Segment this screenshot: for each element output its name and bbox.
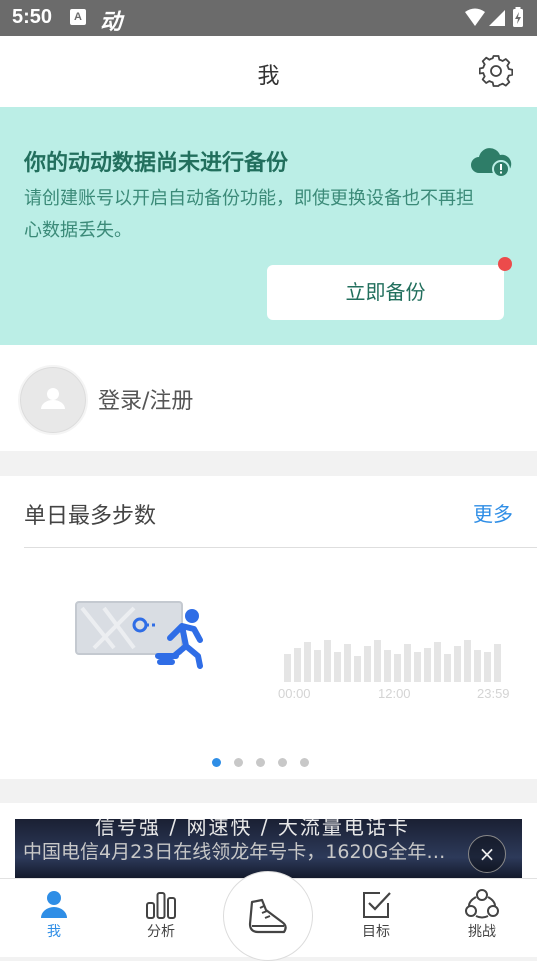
chart-tick-end: 23:59 <box>477 686 510 701</box>
page-title: 我 <box>257 64 280 89</box>
steps-sparkline-chart <box>284 640 501 682</box>
wifi-icon <box>465 8 485 26</box>
login-register-link[interactable]: 登录/注册 <box>98 383 193 415</box>
avatar[interactable] <box>18 365 88 435</box>
tab-me[interactable]: 我 <box>19 889 89 941</box>
app-notification-icon: 动 <box>100 10 123 35</box>
map-runner-illustration <box>75 601 203 669</box>
page-indicator <box>212 752 322 771</box>
cloud-alert-icon <box>471 148 512 178</box>
tab-label: 挑战 <box>468 924 496 940</box>
tab-label: 我 <box>47 924 61 940</box>
system-status-icons <box>463 7 527 33</box>
challenge-group-icon <box>465 889 499 919</box>
notification-a-icon: A <box>70 9 86 25</box>
start-run-button[interactable] <box>223 871 313 961</box>
divider <box>24 547 537 548</box>
tab-challenge[interactable]: 挑战 <box>447 889 517 941</box>
more-link[interactable]: 更多 <box>473 498 513 527</box>
target-check-icon <box>363 892 391 918</box>
chart-tick-mid: 12:00 <box>378 686 411 701</box>
page-dot-3[interactable] <box>256 758 265 767</box>
page-dot-4[interactable] <box>278 758 287 767</box>
card-title: 单日最多步数 <box>24 504 157 529</box>
ad-headline[interactable]: 中国电信4月23日在线领龙年号卡，1620G全年… <box>23 837 473 864</box>
sneaker-icon <box>248 898 287 934</box>
tab-label: 分析 <box>147 924 175 940</box>
bar-chart-icon <box>146 892 176 919</box>
signal-icon <box>489 10 505 26</box>
backup-title: 你的动动数据尚未进行备份 <box>24 151 289 176</box>
login-row[interactable]: 登录/注册 <box>0 345 537 451</box>
person-icon <box>41 891 67 918</box>
bottom-tab-bar: 我 分析 目标 挑战 <box>0 871 537 961</box>
gear-icon[interactable] <box>479 54 513 88</box>
status-time: 5:50 <box>12 6 53 28</box>
backup-now-button[interactable]: 立即备份 <box>267 265 504 320</box>
tab-analysis[interactable]: 分析 <box>126 889 196 941</box>
tab-goal[interactable]: 目标 <box>341 889 411 941</box>
backup-description: 请创建账号以开启自动备份功能，即使更换设备也不再担心数据丢失。 <box>24 188 474 241</box>
backup-banner: 你的动动数据尚未进行备份 请创建账号以开启自动备份功能，即使更换设备也不再担心数… <box>0 107 537 345</box>
page-dot-1[interactable] <box>212 758 221 767</box>
status-bar: 5:50 A 动 <box>0 0 537 36</box>
tab-label: 目标 <box>362 924 390 940</box>
ad-close-button[interactable]: × <box>468 835 506 873</box>
battery-icon <box>513 7 523 27</box>
page-dot-2[interactable] <box>234 758 243 767</box>
notification-red-dot <box>498 257 512 271</box>
max-steps-card: 单日最多步数 更多 00:00 12:00 23:59 <box>0 476 537 779</box>
top-header: 我 <box>0 36 537 107</box>
page-dot-5[interactable] <box>300 758 309 767</box>
chart-tick-start: 00:00 <box>278 686 311 701</box>
default-avatar-icon <box>41 388 65 409</box>
